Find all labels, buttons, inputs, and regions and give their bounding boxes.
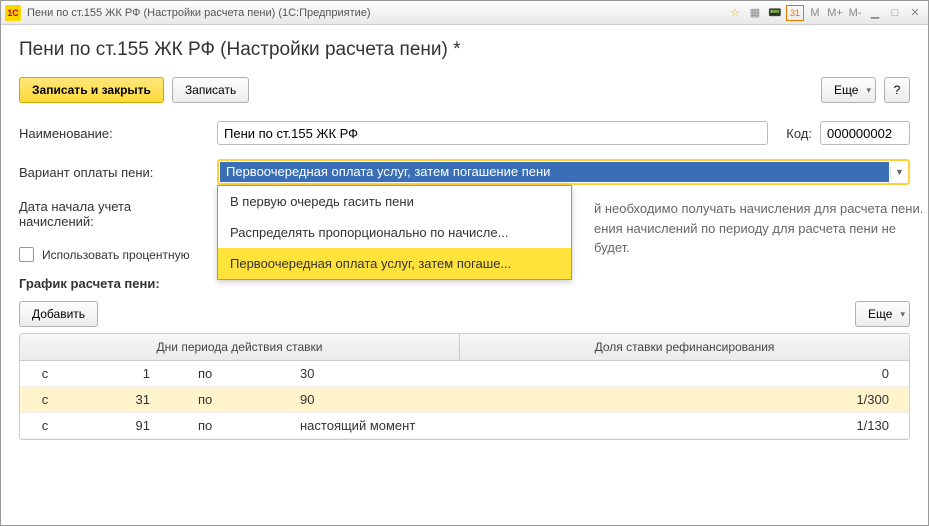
cell-to: настоящий момент	[260, 418, 460, 433]
cell-to-label: по	[190, 392, 260, 407]
dropdown-option-1[interactable]: Распределять пропорционально по начисле.…	[218, 217, 571, 248]
table-body: с1по300с31по901/300с91понастоящий момент…	[20, 361, 909, 439]
dropdown-list: В первую очередь гасить пени Распределят…	[217, 185, 572, 280]
titlebar-actions: ☆ ▦ 📟 31 M M+ M- ▁ □ ✕	[726, 5, 924, 21]
dropdown-option-0[interactable]: В первую очередь гасить пени	[218, 186, 571, 217]
content-area: Пени по ст.155 ЖК РФ (Настройки расчета …	[1, 25, 928, 454]
cell-share: 1/130	[460, 418, 909, 433]
main-toolbar: Записать и закрыть Записать Еще ?	[19, 77, 910, 103]
close-icon[interactable]: ✕	[906, 5, 924, 21]
cell-from: 91	[70, 418, 190, 433]
calendar-icon[interactable]: 31	[786, 5, 804, 21]
m-plus-icon[interactable]: M+	[826, 5, 844, 21]
maximize-icon[interactable]: □	[886, 5, 904, 21]
cell-to-label: по	[190, 366, 260, 381]
m-icon[interactable]: M	[806, 5, 824, 21]
table-header-days: Дни периода действия ставки	[20, 334, 460, 360]
m-minus-icon[interactable]: M-	[846, 5, 864, 21]
table-row[interactable]: с31по901/300	[20, 387, 909, 413]
cell-to-label: по	[190, 418, 260, 433]
favorite-icon[interactable]: ☆	[726, 5, 744, 21]
name-label: Наименование:	[19, 126, 209, 141]
table-toolbar: Добавить Еще	[19, 301, 910, 327]
variant-dropdown[interactable]: Первоочередная оплата услуг, затем погаш…	[217, 159, 910, 185]
add-button[interactable]: Добавить	[19, 301, 98, 327]
variant-label: Вариант оплаты пени:	[19, 165, 209, 180]
date-label: Дата начала учета начислений:	[19, 199, 209, 229]
save-button[interactable]: Записать	[172, 77, 249, 103]
chevron-down-icon[interactable]: ▼	[890, 167, 908, 177]
hint-line-2: ения начислений по периоду для расчета п…	[594, 219, 924, 258]
hint-line-1: й необходимо получать начисления для рас…	[594, 199, 924, 219]
code-label: Код:	[786, 126, 812, 141]
grid-icon[interactable]: ▦	[746, 5, 764, 21]
hint-text: й необходимо получать начисления для рас…	[594, 199, 924, 258]
code-input[interactable]	[820, 121, 910, 145]
checkbox-label: Использовать процентную	[42, 248, 190, 262]
table-row[interactable]: с1по300	[20, 361, 909, 387]
cell-from-label: с	[20, 366, 70, 381]
cell-share: 1/300	[460, 392, 909, 407]
cell-from: 31	[70, 392, 190, 407]
cell-from: 1	[70, 366, 190, 381]
minimize-icon[interactable]: ▁	[866, 5, 884, 21]
dropdown-field[interactable]: Первоочередная оплата услуг, затем погаш…	[217, 159, 910, 185]
dropdown-option-2[interactable]: Первоочередная оплата услуг, затем погаш…	[218, 248, 571, 279]
page-title: Пени по ст.155 ЖК РФ (Настройки расчета …	[19, 39, 910, 61]
name-row: Наименование: Код:	[19, 121, 910, 145]
schedule-table: Дни периода действия ставки Доля ставки …	[19, 333, 910, 440]
cell-to: 90	[260, 392, 460, 407]
cell-share: 0	[460, 366, 909, 381]
app-window: 1C Пени по ст.155 ЖК РФ (Настройки расче…	[0, 0, 929, 526]
titlebar: 1C Пени по ст.155 ЖК РФ (Настройки расче…	[1, 1, 928, 25]
dropdown-selected: Первоочередная оплата услуг, затем погаш…	[220, 162, 889, 182]
variant-row: Вариант оплаты пени: Первоочередная опла…	[19, 159, 910, 185]
help-button[interactable]: ?	[884, 77, 910, 103]
percent-checkbox[interactable]	[19, 247, 34, 262]
table-header-share: Доля ставки рефинансирования	[460, 334, 909, 360]
name-input[interactable]	[217, 121, 768, 145]
table-header: Дни периода действия ставки Доля ставки …	[20, 334, 909, 361]
cell-to: 30	[260, 366, 460, 381]
calculator-icon[interactable]: 📟	[766, 5, 784, 21]
window-title: Пени по ст.155 ЖК РФ (Настройки расчета …	[27, 7, 726, 19]
cell-from-label: с	[20, 392, 70, 407]
cell-from-label: с	[20, 418, 70, 433]
more-button[interactable]: Еще	[821, 77, 876, 103]
save-close-button[interactable]: Записать и закрыть	[19, 77, 164, 103]
app-icon: 1C	[5, 5, 21, 21]
table-more-button[interactable]: Еще	[855, 301, 910, 327]
table-row[interactable]: с91понастоящий момент1/130	[20, 413, 909, 439]
